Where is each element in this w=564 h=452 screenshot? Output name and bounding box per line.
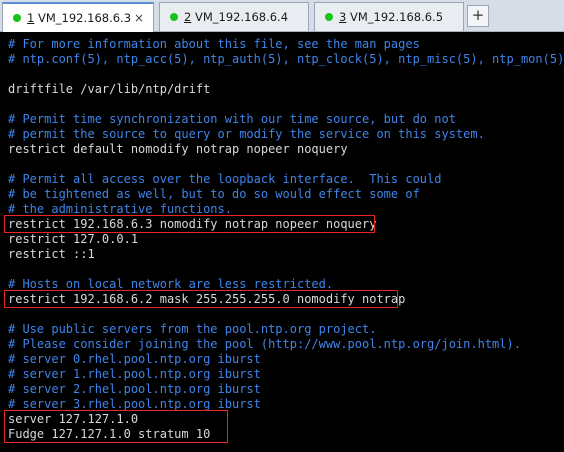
tab-vm-192-168-6-4[interactable]: 2 VM_192.168.6.4 [159,2,309,31]
comment-line: # server 1.rhel.pool.ntp.org iburst [8,367,261,381]
config-line: restrict ::1 [8,247,95,261]
config-line: restrict 127.0.0.1 [8,232,139,246]
comment-line: # Use public servers from the pool.ntp.o… [8,322,377,336]
comment-line: # Please consider joining the pool (http… [8,337,521,351]
comment-line: # Permit time synchronization with our t… [8,112,456,126]
tab-label: 2 VM_192.168.6.4 [184,10,288,24]
tab-bar: 1 VM_192.168.6.3 × 2 VM_192.168.6.4 3 VM… [0,0,564,32]
connected-status-icon [13,14,21,22]
tab-vm-192-168-6-3[interactable]: 1 VM_192.168.6.3 × [2,2,154,32]
tab-name: VM_192.168.6.3 [34,11,132,25]
config-line: restrict 192.168.6.2 mask 255.255.255.0 … [8,292,406,306]
config-line: restrict default nomodify notrap nopeer … [8,142,348,156]
connected-status-icon [325,13,333,21]
comment-line: # permit the source to query or modify t… [8,127,485,141]
comment-line: # For more information about this file, … [8,37,420,51]
tab-label: 3 VM_192.168.6.5 [339,10,443,24]
config-line: Fudge 127.127.1.0 stratum 10 [8,427,211,441]
tab-name: VM_192.168.6.5 [346,10,444,24]
tab-vm-192-168-6-5[interactable]: 3 VM_192.168.6.5 [314,2,464,31]
config-line: restrict 192.168.6.3 nomodify notrap nop… [8,217,377,231]
terminal-output[interactable]: # For more information about this file, … [0,33,564,452]
tab-name: VM_192.168.6.4 [191,10,289,24]
comment-line: # Hosts on local network are less restri… [8,277,334,291]
config-line: server 127.127.1.0 [8,412,139,426]
comment-line: # ntp.conf(5), ntp_acc(5), ntp_auth(5), … [8,52,564,66]
comment-line: # be tightened as well, but to do so wou… [8,187,420,201]
add-tab-button[interactable]: + [467,5,489,27]
connected-status-icon [170,13,178,21]
comment-line: # server 3.rhel.pool.ntp.org iburst [8,397,261,411]
comment-line: # server 2.rhel.pool.ntp.org iburst [8,382,261,396]
config-line: driftfile /var/lib/ntp/drift [8,82,211,96]
tab-label: 1 VM_192.168.6.3 [27,11,131,25]
close-icon[interactable]: × [134,11,144,25]
comment-line: # the administrative functions. [8,202,232,216]
comment-line: # server 0.rhel.pool.ntp.org iburst [8,352,261,366]
comment-line: # Permit all access over the loopback in… [8,172,442,186]
